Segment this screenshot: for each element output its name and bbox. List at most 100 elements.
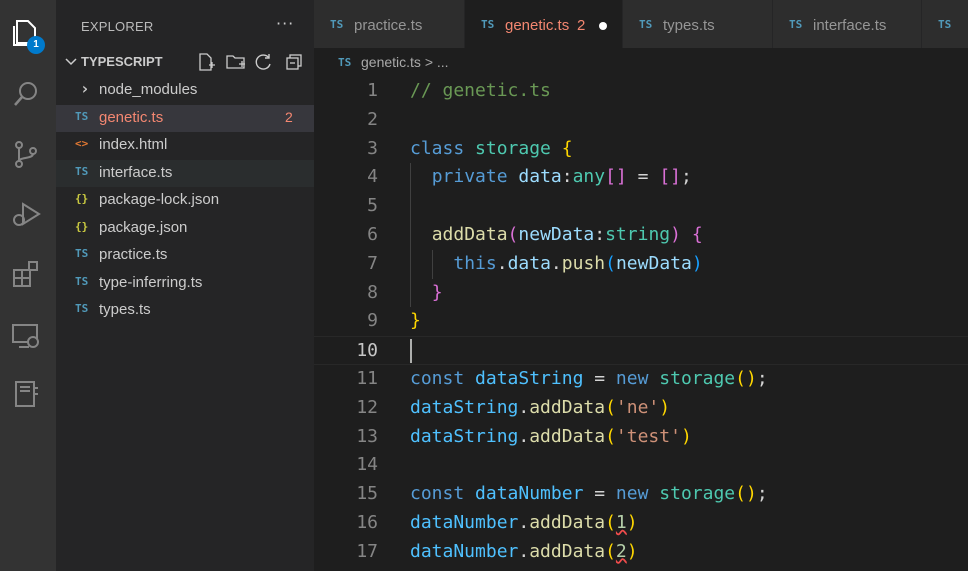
code-text[interactable]: }: [410, 282, 443, 303]
code-text[interactable]: dataString.addData('test'): [410, 426, 692, 447]
tree-item-type-inferring-ts[interactable]: TS type-inferring.ts: [56, 270, 314, 298]
tab-practice-ts[interactable]: TS practice.ts: [314, 0, 465, 48]
new-file-icon[interactable]: [196, 52, 216, 72]
code-line: 7 this.data.push(newData): [314, 249, 968, 279]
typescript-file-icon: TS: [75, 302, 89, 315]
tree-item-label: package-lock.json: [99, 191, 220, 208]
typescript-file-icon: TS: [481, 18, 495, 31]
line-number: 6: [367, 223, 378, 245]
code-line: 13 dataString.addData('test'): [314, 423, 968, 452]
code-text[interactable]: // genetic.ts: [410, 80, 551, 101]
unsaved-dot-icon[interactable]: [599, 22, 607, 30]
tree-item-index-html[interactable]: <> index.html: [56, 132, 314, 160]
line-number: 12: [356, 396, 378, 418]
line-number: 16: [356, 511, 378, 533]
tree-item-practice-ts[interactable]: TS practice.ts: [56, 242, 314, 270]
tree-item-label: interface.ts: [99, 163, 173, 181]
explorer-sidebar: EXPLORER ··· TYPESCRIPT › node_modules T…: [56, 0, 314, 571]
tree-item-interface-ts[interactable]: TS interface.ts: [56, 159, 314, 187]
line-number: 14: [356, 454, 378, 476]
line-number: 13: [356, 425, 378, 447]
typescript-file-icon: TS: [75, 247, 89, 260]
tree-item-types-ts[interactable]: TS types.ts: [56, 297, 314, 325]
editor-group: TS practice.ts TS genetic.ts 2 TS types.…: [314, 0, 968, 571]
new-folder-icon[interactable]: [226, 52, 246, 72]
line-number: 11: [356, 367, 378, 389]
code-text[interactable]: dataNumber.addData(1): [410, 512, 638, 533]
line-number: 9: [367, 310, 378, 332]
line-number: 8: [367, 281, 378, 303]
tree-item-node-modules[interactable]: › node_modules: [56, 77, 314, 105]
tree-item-label: type-inferring.ts: [99, 273, 203, 291]
typescript-file-icon: TS: [75, 109, 89, 123]
tree-item-label: practice.ts: [99, 246, 168, 263]
code-line: 1 // genetic.ts: [314, 77, 968, 106]
folder-header[interactable]: TYPESCRIPT: [56, 50, 314, 74]
line-number: 4: [367, 166, 378, 188]
code-line: 15 const dataNumber = new storage();: [314, 480, 968, 509]
typescript-file-icon: TS: [789, 18, 803, 31]
remote-explorer-icon[interactable]: [10, 320, 42, 352]
typescript-file-icon: TS: [338, 56, 352, 69]
tab-types-ts[interactable]: TS types.ts: [623, 0, 773, 48]
explorer-title: EXPLORER: [81, 19, 154, 34]
source-control-icon[interactable]: [10, 138, 42, 170]
code-text[interactable]: this.data.push(newData): [410, 253, 702, 274]
refresh-icon[interactable]: [254, 52, 274, 72]
code-text[interactable]: dataNumber.addData(2): [410, 541, 638, 562]
code-line: 8 }: [314, 278, 968, 308]
line-number: 17: [356, 540, 378, 562]
code-text[interactable]: const dataNumber = new storage();: [410, 483, 768, 504]
folder-name: TYPESCRIPT: [81, 54, 163, 69]
notebook-icon[interactable]: [10, 378, 42, 410]
file-tree: › node_modules TS genetic.ts 2 <> index.…: [56, 77, 314, 325]
tree-item-label: index.html: [99, 136, 168, 153]
typescript-file-icon: TS: [75, 164, 89, 178]
code-line: 5: [314, 192, 968, 221]
explorer-badge: 1: [27, 36, 45, 54]
tree-item-label: genetic.ts: [99, 108, 164, 126]
collapse-all-icon[interactable]: [284, 52, 304, 72]
line-number: 2: [367, 108, 378, 130]
problem-count-badge: 2: [285, 108, 293, 125]
code-line: 14: [314, 451, 968, 480]
code-line: 17 dataNumber.addData(2): [314, 538, 968, 567]
tab-overflow[interactable]: TS: [922, 0, 968, 48]
text-cursor: [410, 339, 412, 364]
code-line: 4 private data:any[] = [];: [314, 163, 968, 193]
line-number: 1: [367, 80, 378, 101]
extensions-icon[interactable]: [10, 258, 42, 290]
code-text[interactable]: const dataString = new storage();: [410, 368, 768, 389]
html-file-icon: <>: [75, 137, 89, 150]
tree-item-genetic-ts[interactable]: TS genetic.ts 2: [56, 104, 314, 132]
line-number: 3: [367, 137, 378, 159]
tab-interface-ts[interactable]: TS interface.ts: [773, 0, 922, 48]
tab-label: practice.ts: [354, 17, 423, 34]
code-text[interactable]: }: [410, 310, 421, 331]
search-icon[interactable]: [10, 78, 42, 110]
json-file-icon: {}: [75, 219, 89, 233]
code-text[interactable]: dataString.addData('ne'): [410, 397, 670, 418]
tree-item-label: node_modules: [99, 81, 198, 98]
tab-bar: TS practice.ts TS genetic.ts 2 TS types.…: [314, 0, 968, 48]
tree-item-package-lock-json[interactable]: {} package-lock.json: [56, 187, 314, 215]
line-number: 15: [356, 483, 378, 505]
code-line: 6 addData(newData:string) {: [314, 220, 968, 250]
tab-genetic-ts[interactable]: TS genetic.ts 2: [465, 0, 623, 48]
code-line: 11 const dataString = new storage();: [314, 365, 968, 394]
code-editor[interactable]: 1 // genetic.ts 2 3 class storage { 4 priv…: [314, 77, 968, 567]
more-actions-icon[interactable]: ···: [276, 14, 294, 33]
tree-item-package-json[interactable]: {} package.json: [56, 215, 314, 243]
line-number: 10: [356, 340, 378, 362]
line-number: 5: [367, 195, 378, 217]
code-line: 2: [314, 106, 968, 135]
breadcrumb-path[interactable]: genetic.ts > ...: [361, 54, 449, 70]
run-debug-icon[interactable]: [10, 198, 42, 230]
code-text[interactable]: addData(newData:string) {: [410, 224, 703, 245]
activity-bar: 1: [0, 0, 56, 571]
code-text[interactable]: private data:any[] = [];: [410, 166, 692, 187]
code-text[interactable]: class storage {: [410, 138, 573, 159]
tab-label: types.ts: [663, 17, 715, 34]
breadcrumb: TS genetic.ts > ...: [314, 48, 968, 76]
tree-item-label: types.ts: [99, 301, 151, 318]
